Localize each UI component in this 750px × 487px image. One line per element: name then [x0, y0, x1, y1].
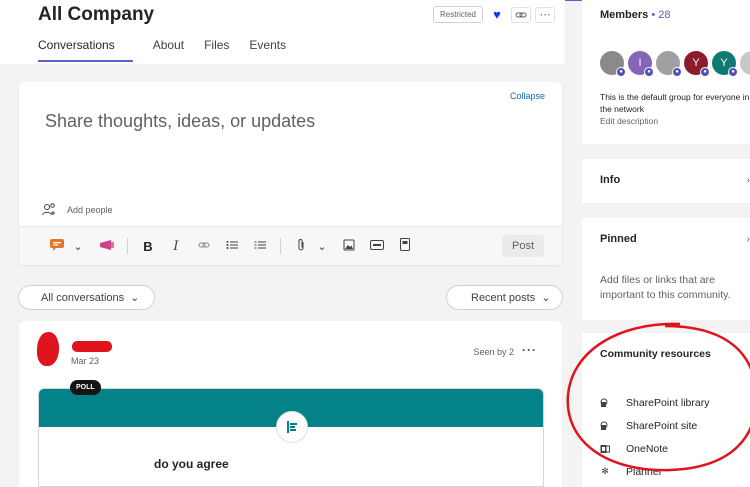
seen-by[interactable]: Seen by 2 [473, 347, 514, 357]
note-icon[interactable] [391, 238, 419, 254]
toolbar-divider [280, 238, 281, 254]
planner-icon: ✻ [601, 466, 609, 476]
resource-onenote[interactable]: OneNote [600, 437, 709, 460]
avatar[interactable]: I ● [628, 51, 654, 77]
community-tabs: Conversations About Files Events [38, 38, 286, 62]
group-description: This is the default group for everyone i… [600, 92, 750, 114]
heart-icon[interactable]: ♥ [487, 6, 507, 23]
resource-label: SharePoint library [626, 396, 710, 409]
add-people-icon [42, 203, 55, 216]
sort-filter[interactable]: Recent posts ⌄ [446, 285, 563, 310]
link-insert-icon[interactable] [190, 240, 218, 252]
redacted-author-name[interactable] [72, 341, 112, 352]
avatar[interactable]: ● [600, 51, 626, 77]
member-avatars: ● I ● ● Y ● Y ● [600, 51, 750, 77]
chevron-down-icon[interactable]: ⌄ [71, 240, 85, 253]
more-options-icon[interactable]: ⋯ [535, 6, 555, 23]
post-composer: Collapse Share thoughts, ideas, or updat… [19, 82, 562, 265]
toolbar-divider [127, 238, 128, 254]
conversation-filter[interactable]: All conversations ⌄ [18, 285, 155, 310]
composer-toolbar: ⌄ B I ⌄ Post [19, 226, 562, 265]
member-badge-icon: ● [700, 67, 710, 77]
poll-badge: POLL [70, 380, 101, 395]
link-icon[interactable] [511, 6, 531, 23]
info-title: Info [600, 174, 621, 186]
sharepoint-icon [600, 398, 610, 408]
bold-icon[interactable]: B [134, 239, 162, 254]
composer-input[interactable]: Share thoughts, ideas, or updates [45, 111, 315, 132]
poll-card: do you agree [38, 388, 544, 487]
attach-icon[interactable] [287, 238, 315, 255]
members-count: 28 [658, 9, 671, 21]
conversation-filter-label: All conversations [41, 291, 125, 304]
collapse-link[interactable]: Collapse [510, 91, 545, 101]
post-more-icon[interactable]: ··· [522, 343, 537, 357]
pinned-empty-text: Add files or links that are important to… [600, 274, 731, 301]
sharepoint-icon [600, 421, 610, 431]
info-card[interactable]: Info › [582, 159, 750, 203]
resource-label: SharePoint site [626, 419, 698, 432]
avatar[interactable]: Y ● [712, 51, 738, 77]
resource-label: OneNote [626, 442, 669, 455]
sort-filter-label: Recent posts [471, 291, 536, 304]
post-date: Mar 23 [71, 356, 100, 366]
add-people-label: Add people [67, 205, 113, 215]
member-badge-icon: ● [644, 67, 654, 77]
header-actions: Restricted ♥ ⋯ [432, 6, 555, 23]
tab-files[interactable]: Files [204, 38, 229, 62]
add-people-button[interactable]: Add people [41, 202, 113, 218]
pinned-title[interactable]: Pinned [600, 233, 637, 245]
italic-icon[interactable]: I [162, 239, 190, 254]
resources-list: SharePoint library SharePoint site OneNo… [600, 391, 709, 483]
pinned-card: Pinned › Add files or links that are imp… [582, 218, 750, 320]
members-separator: • [651, 9, 656, 21]
numbered-list-icon[interactable] [246, 240, 274, 253]
edit-description-link[interactable]: Edit description [600, 116, 658, 126]
avatar[interactable] [740, 51, 750, 75]
chevron-icon[interactable]: › [747, 234, 750, 245]
resource-label: Planner [626, 465, 663, 478]
resource-sharepoint-site[interactable]: SharePoint site [600, 414, 709, 437]
avatar[interactable]: ● [656, 51, 682, 77]
poll-question: do you agree [154, 457, 229, 471]
members-card: Members • 28 ● I ● ● Y ● Y ● This is the de… [582, 0, 750, 144]
member-badge-icon: ● [616, 67, 626, 77]
gif-icon[interactable] [363, 239, 391, 253]
tab-about[interactable]: About [153, 38, 184, 62]
members-title[interactable]: Members • 28 [600, 9, 671, 21]
image-icon[interactable] [335, 239, 363, 254]
resource-planner[interactable]: ✻ Planner [600, 460, 709, 483]
chevron-down-icon: ⌄ [541, 292, 551, 304]
community-header: All Company Restricted ♥ ⋯ Conversations… [0, 0, 565, 64]
restricted-badge: Restricted [432, 6, 483, 23]
resource-sharepoint-library[interactable]: SharePoint library [600, 391, 709, 414]
message-type-icon[interactable] [43, 238, 71, 255]
member-badge-icon: ● [672, 67, 682, 77]
chevron-icon: › [746, 175, 750, 186]
praise-icon[interactable] [93, 239, 121, 254]
poll-icon [276, 411, 308, 443]
post-button[interactable]: Post [501, 235, 544, 257]
tab-conversations[interactable]: Conversations [38, 38, 133, 62]
member-badge-icon: ● [728, 67, 738, 77]
chevron-down-icon[interactable]: ⌄ [315, 240, 329, 253]
community-resources-card: Community resources SharePoint library S… [582, 333, 750, 487]
members-label: Members [600, 9, 649, 21]
redacted-avatar[interactable] [37, 332, 59, 366]
chevron-down-icon: ⌄ [130, 292, 140, 304]
resources-title: Community resources [600, 348, 711, 360]
page-title: All Company [38, 4, 155, 25]
onenote-icon [600, 444, 610, 454]
bulleted-list-icon[interactable] [218, 240, 246, 253]
avatar[interactable]: Y ● [684, 51, 710, 77]
post-card: Mar 23 Seen by 2 ··· do you agree POLL [19, 321, 562, 487]
tab-events[interactable]: Events [249, 38, 286, 62]
